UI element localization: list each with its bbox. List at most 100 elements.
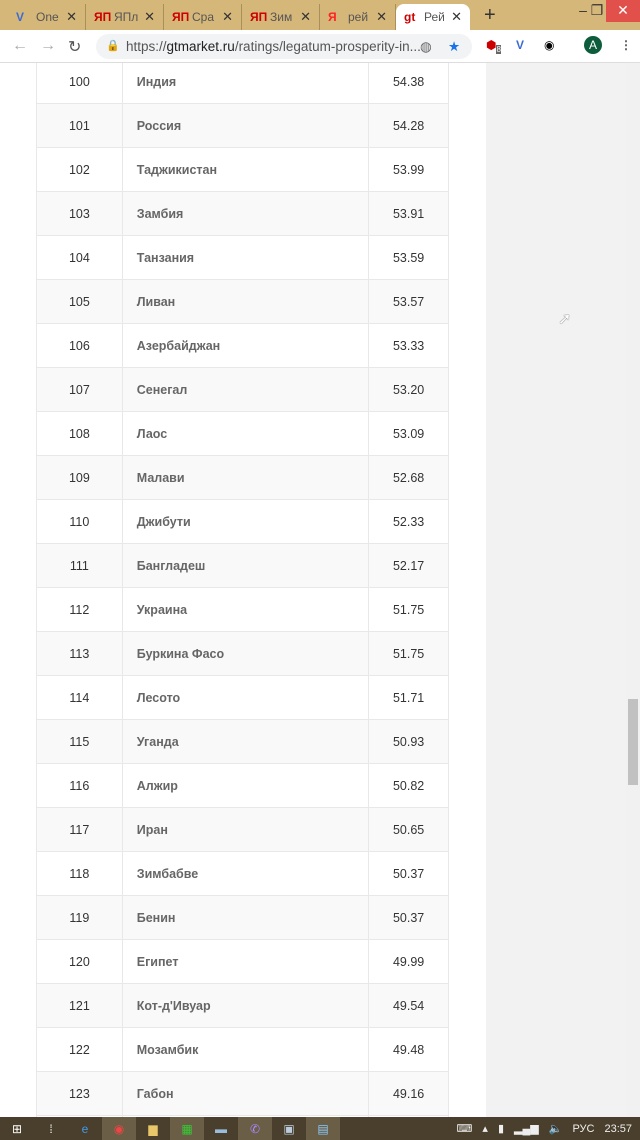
tab-title: One — [36, 10, 59, 24]
rank-cell: 118 — [36, 851, 123, 896]
table-row: 123 Габон 49.16 — [36, 1071, 449, 1116]
browser-tab[interactable]: Ярей ✕ — [320, 4, 396, 30]
browser-toolbar: ← → ↻ 🔒 https://gtmarket.ru/ratings/lega… — [0, 30, 640, 63]
country-cell: Иран — [121, 807, 370, 852]
viber-icon[interactable]: ✆ — [238, 1117, 272, 1140]
control-panel-icon[interactable]: ▤ — [306, 1117, 340, 1140]
score-cell: 54.38 — [368, 63, 449, 104]
volume-icon[interactable]: 🔈 — [549, 1122, 563, 1135]
vivaldi-extension-icon[interactable]: V — [516, 38, 524, 52]
country-cell: Малави — [121, 455, 370, 500]
rank-cell: 108 — [36, 411, 123, 456]
menu-icon[interactable]: ⋮ — [620, 38, 632, 52]
score-cell: 49.16 — [368, 1071, 449, 1116]
country-cell: Индия — [121, 63, 370, 104]
table-row: 116 Алжир 50.82 — [36, 763, 449, 808]
profile-avatar[interactable]: A — [584, 36, 602, 54]
country-cell: Зимбабве — [121, 851, 370, 896]
country-cell: Кот-д'Ивуар — [121, 983, 370, 1028]
show-hidden-icons[interactable]: ▴ — [482, 1122, 488, 1135]
system-tray: ⌨ ▴ ▮ ▂▄▆ 🔈 РУС 23:57 — [457, 1117, 632, 1140]
country-cell: Ливан — [121, 279, 370, 324]
country-cell: Мозамбик — [121, 1027, 370, 1072]
windows-taskbar: ⊞ ⁞ e ◉ ▆ ▦ ▬ ✆ ▣ ▤ ⌨ ▴ ▮ ▂▄▆ 🔈 РУС 23:5… — [0, 1117, 640, 1140]
country-cell: Египет — [121, 939, 370, 984]
close-tab-icon[interactable]: ✕ — [66, 9, 77, 25]
browser-tab[interactable]: V One ✕ — [8, 4, 86, 30]
rank-cell: 116 — [36, 763, 123, 808]
close-tab-icon[interactable]: ✕ — [376, 9, 387, 25]
scrollbar[interactable] — [626, 63, 640, 1117]
close-window-button[interactable]: ✕ — [606, 0, 640, 22]
rank-cell: 115 — [36, 719, 123, 764]
table-row: 105 Ливан 53.57 — [36, 279, 449, 324]
sidebar-panel — [486, 63, 626, 1117]
back-icon[interactable]: ← — [12, 37, 28, 55]
table-row: 112 Украина 51.75 — [36, 587, 449, 632]
close-tab-icon[interactable]: ✕ — [451, 9, 462, 25]
bookmark-star-icon[interactable]: ★ — [448, 34, 460, 59]
table-row: 107 Сенегал 53.20 — [36, 367, 449, 412]
battery-icon[interactable]: ▮ — [498, 1122, 504, 1135]
country-cell: Бангладеш — [121, 543, 370, 588]
rank-cell: 122 — [36, 1027, 123, 1072]
score-cell: 49.99 — [368, 939, 449, 984]
table-row: 115 Уганда 50.93 — [36, 719, 449, 764]
yandex-market-icon: ЯП — [250, 10, 268, 24]
language-indicator[interactable]: РУС — [572, 1123, 594, 1135]
scrollbar-thumb[interactable] — [628, 699, 638, 785]
close-tab-icon[interactable]: ✕ — [300, 9, 311, 25]
chrome-icon[interactable]: ◉ — [102, 1117, 136, 1140]
rank-cell: 105 — [36, 279, 123, 324]
rank-cell: 112 — [36, 587, 123, 632]
network-app-icon[interactable]: ▣ — [272, 1117, 306, 1140]
score-cell: 51.71 — [368, 675, 449, 720]
rank-cell: 111 — [36, 543, 123, 588]
table-row: 121 Кот-д'Ивуар 49.54 — [36, 983, 449, 1028]
reload-icon[interactable]: ↻ — [68, 37, 81, 57]
table-row: 119 Бенин 50.37 — [36, 895, 449, 940]
rank-cell: 120 — [36, 939, 123, 984]
tab-strip: V One ✕ ЯП ЯПл ✕ ЯП Сра ✕ ЯП Зим ✕ Ярей ✕ gt Рей ✕ + – ❐… — [0, 0, 640, 30]
touch-keyboard-icon[interactable]: ⌨ — [457, 1122, 473, 1135]
signal-icon[interactable]: ▂▄▆ — [514, 1122, 539, 1135]
score-cell: 49.48 — [368, 1027, 449, 1072]
score-cell: 50.93 — [368, 719, 449, 764]
browser-tab[interactable]: ЯП ЯПл ✕ — [86, 4, 164, 30]
file-explorer-icon[interactable]: ▆ — [136, 1117, 170, 1140]
ie-icon[interactable]: e — [68, 1117, 102, 1140]
browser-tab[interactable]: ЯП Зим ✕ — [242, 4, 320, 30]
tab-title: рей — [348, 10, 369, 24]
address-bar[interactable]: 🔒 https://gtmarket.ru/ratings/legatum-pr… — [96, 34, 472, 59]
task-view-icon[interactable]: ⁞ — [34, 1117, 68, 1140]
new-tab-button[interactable]: + — [484, 4, 496, 27]
close-tab-icon[interactable]: ✕ — [222, 9, 233, 25]
rank-cell: 104 — [36, 235, 123, 280]
country-cell: Украина — [121, 587, 370, 632]
table-row: 101 Россия 54.28 — [36, 103, 449, 148]
adblock-icon[interactable]: ⬢8 — [486, 38, 501, 55]
country-cell: Джибути — [121, 499, 370, 544]
rank-cell: 106 — [36, 323, 123, 368]
forward-icon[interactable]: → — [40, 37, 56, 55]
keyboard-app-icon[interactable]: ▬ — [204, 1117, 238, 1140]
close-tab-icon[interactable]: ✕ — [144, 9, 155, 25]
calculator-icon[interactable]: ▦ — [170, 1117, 204, 1140]
score-cell: 53.20 — [368, 367, 449, 412]
start-button[interactable]: ⊞ — [0, 1117, 34, 1140]
rank-cell: 103 — [36, 191, 123, 236]
yandex-market-icon: ЯП — [172, 10, 190, 24]
site-settings-icon[interactable]: ◍ — [420, 34, 432, 59]
clock[interactable]: 23:57 — [604, 1123, 632, 1135]
score-cell: 53.91 — [368, 191, 449, 236]
score-cell: 53.09 — [368, 411, 449, 456]
owl-extension-icon[interactable]: ◉ — [544, 38, 554, 52]
country-cell: Азербайджан — [121, 323, 370, 368]
table-row: 120 Египет 49.99 — [36, 939, 449, 984]
score-cell: 50.82 — [368, 763, 449, 808]
browser-tab[interactable]: ЯП Сра ✕ — [164, 4, 242, 30]
browser-tab[interactable]: gt Рей ✕ — [396, 4, 470, 30]
tab-title: Зим — [270, 10, 293, 24]
table-row: 111 Бангладеш 52.17 — [36, 543, 449, 588]
gt-icon: gt — [404, 10, 416, 24]
